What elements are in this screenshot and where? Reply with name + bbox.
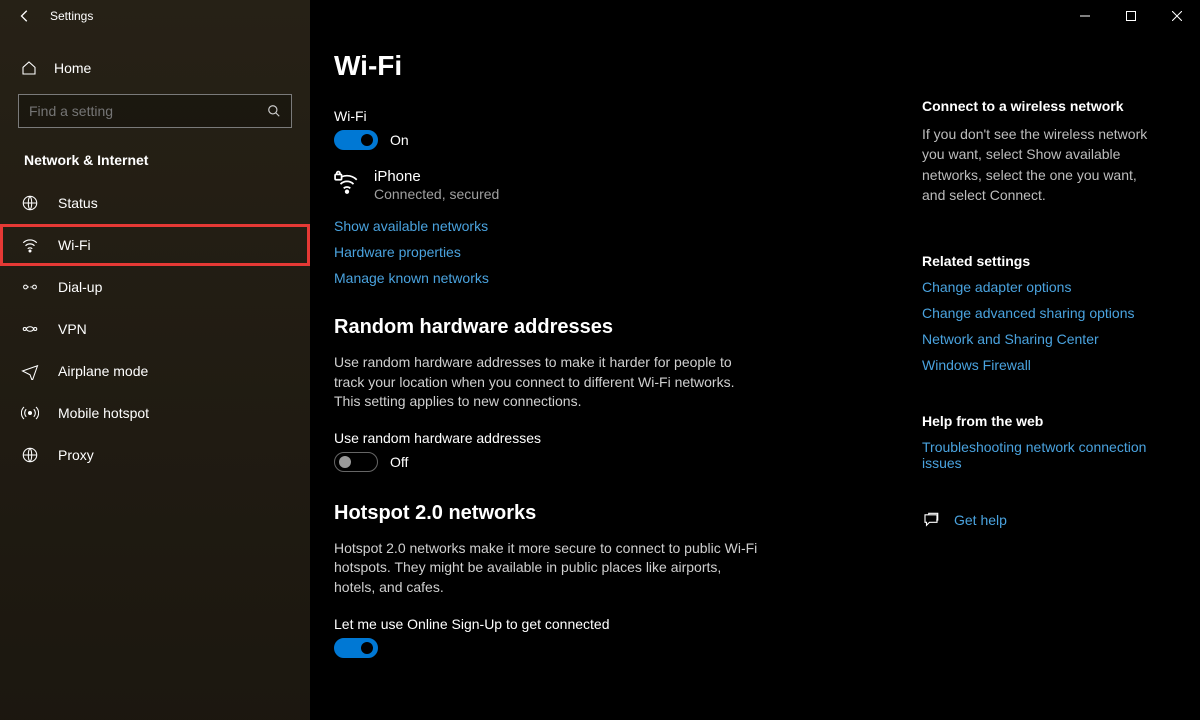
home-icon [20, 60, 38, 76]
related-heading: Related settings [922, 253, 1176, 269]
random-toggle-state: Off [390, 454, 408, 470]
link-firewall[interactable]: Windows Firewall [922, 357, 1176, 373]
main-column: Wi-Fi Wi-Fi On iPhone Connected, secured… [310, 50, 910, 720]
search-input[interactable] [29, 103, 267, 119]
nav: Status Wi-Fi Dial-up VPN Airplane mode [0, 182, 310, 476]
page-title: Wi-Fi [334, 50, 886, 82]
minimize-button[interactable] [1062, 0, 1108, 32]
connect-heading: Connect to a wireless network [922, 98, 1176, 114]
nav-item-airplane[interactable]: Airplane mode [0, 350, 310, 392]
hotspot-icon [20, 404, 40, 422]
nav-item-label: Airplane mode [58, 363, 148, 379]
status-icon [20, 194, 40, 212]
nav-item-vpn[interactable]: VPN [0, 308, 310, 350]
link-sharing-options[interactable]: Change advanced sharing options [922, 305, 1176, 321]
hotspot-toggle-label: Let me use Online Sign-Up to get connect… [334, 616, 886, 632]
nav-item-proxy[interactable]: Proxy [0, 434, 310, 476]
home-label: Home [54, 60, 91, 76]
nav-item-label: VPN [58, 321, 87, 337]
current-network[interactable]: iPhone Connected, secured [334, 168, 886, 202]
random-toggle[interactable] [334, 452, 378, 472]
wifi-toggle-label: Wi-Fi [334, 108, 886, 124]
wifi-toggle-state: On [390, 132, 409, 148]
hotspot-toggle[interactable] [334, 638, 378, 658]
vpn-icon [20, 320, 40, 338]
link-troubleshoot[interactable]: Troubleshooting network connection issue… [922, 439, 1176, 471]
random-heading: Random hardware addresses [334, 316, 886, 339]
wifi-toggle[interactable] [334, 130, 378, 150]
random-toggle-label: Use random hardware addresses [334, 430, 886, 446]
nav-item-label: Dial-up [58, 279, 102, 295]
link-manage-known[interactable]: Manage known networks [334, 270, 886, 286]
home-button[interactable]: Home [0, 50, 310, 86]
hotspot-heading: Hotspot 2.0 networks [334, 502, 886, 525]
close-button[interactable] [1154, 0, 1200, 32]
aside-column: Connect to a wireless network If you don… [910, 50, 1200, 720]
title-bar: Settings [0, 0, 1200, 32]
search-icon [267, 104, 281, 118]
link-sharing-center[interactable]: Network and Sharing Center [922, 331, 1176, 347]
content-area: Wi-Fi Wi-Fi On iPhone Connected, secured… [310, 0, 1200, 720]
link-show-networks[interactable]: Show available networks [334, 218, 886, 234]
link-hardware-properties[interactable]: Hardware properties [334, 244, 886, 260]
dialup-icon [20, 278, 40, 296]
proxy-icon [20, 446, 40, 464]
link-adapter-options[interactable]: Change adapter options [922, 279, 1176, 295]
nav-item-label: Proxy [58, 447, 94, 463]
nav-item-hotspot[interactable]: Mobile hotspot [0, 392, 310, 434]
nav-item-label: Mobile hotspot [58, 405, 149, 421]
webhelp-heading: Help from the web [922, 413, 1176, 429]
connect-desc: If you don't see the wireless network yo… [922, 124, 1162, 205]
nav-item-dialup[interactable]: Dial-up [0, 266, 310, 308]
nav-item-status[interactable]: Status [0, 182, 310, 224]
random-desc: Use random hardware addresses to make it… [334, 353, 764, 412]
maximize-button[interactable] [1108, 0, 1154, 32]
network-status: Connected, secured [374, 186, 499, 202]
network-name: iPhone [374, 168, 499, 185]
nav-item-wifi[interactable]: Wi-Fi [0, 224, 310, 266]
window-title: Settings [50, 9, 93, 23]
sidebar: Home Network & Internet Status Wi-Fi Dia… [0, 0, 310, 720]
search-box[interactable] [18, 94, 292, 128]
chat-icon [922, 511, 940, 529]
category-header: Network & Internet [0, 136, 310, 182]
airplane-icon [20, 362, 40, 380]
get-help-label: Get help [954, 512, 1007, 528]
wifi-secure-icon [334, 168, 360, 196]
nav-item-label: Wi-Fi [58, 237, 91, 253]
back-button[interactable] [18, 9, 32, 23]
nav-item-label: Status [58, 195, 98, 211]
wifi-icon [20, 236, 40, 254]
get-help-button[interactable]: Get help [922, 511, 1176, 529]
hotspot-desc: Hotspot 2.0 networks make it more secure… [334, 539, 764, 598]
